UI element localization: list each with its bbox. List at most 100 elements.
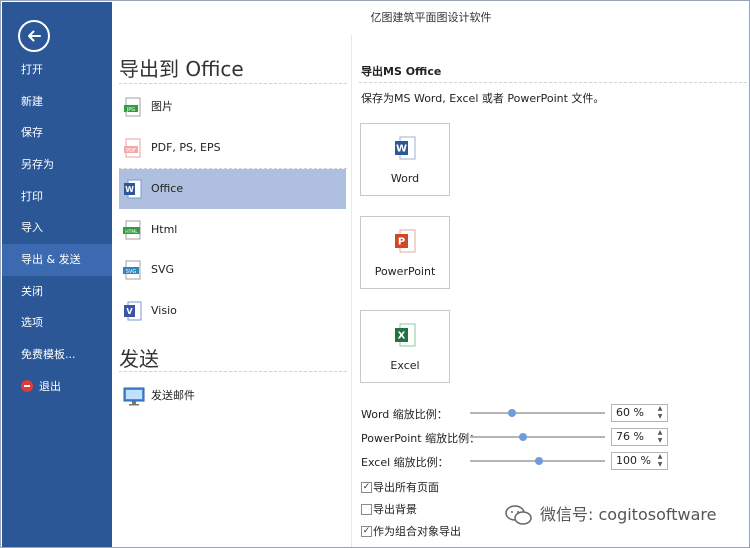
svg-text:W: W	[396, 144, 407, 155]
sidebar-item-label: 免费模板...	[21, 348, 76, 361]
back-arrow-icon[interactable]	[18, 20, 50, 52]
word-zoom-slider[interactable]	[470, 409, 605, 417]
export-item-label: SVG	[151, 263, 175, 276]
svg-text:X: X	[398, 331, 406, 342]
word-zoom-value: 60 %	[616, 406, 644, 419]
panel-title: 导出MS Office	[361, 65, 442, 78]
export-item-svg[interactable]: SVG SVG	[119, 250, 346, 290]
excel-zoom-thumb[interactable]	[534, 457, 543, 465]
powerpoint-zoom-value: 76 %	[616, 430, 644, 443]
excel-export-label: Excel	[390, 359, 420, 372]
sidebar-item-save[interactable]: 保存	[2, 117, 112, 149]
panel-divider	[351, 35, 352, 547]
export-item-html[interactable]: HTML Html	[119, 210, 346, 250]
excel-icon: X	[395, 323, 416, 347]
sidebar-item-print[interactable]: 打印	[2, 181, 112, 213]
email-monitor-icon	[123, 387, 145, 406]
divider	[119, 83, 347, 84]
powerpoint-zoom-thumb[interactable]	[518, 433, 527, 441]
sidebar-item-label: 退出	[39, 380, 61, 393]
export-item-pdf[interactable]: PDF PDF, PS, EPS	[119, 128, 346, 168]
html-file-icon: HTML	[123, 220, 141, 240]
sidebar-item-label: 关闭	[21, 285, 43, 298]
sidebar-item-open[interactable]: 打开	[2, 54, 112, 86]
export-item-image[interactable]: JPG 图片	[119, 87, 346, 127]
divider	[359, 82, 747, 83]
spin-arrows-icon[interactable]: ▲ ▼	[656, 429, 664, 445]
excel-zoom-slider[interactable]	[470, 457, 605, 465]
sidebar-item-label: 导入	[21, 221, 43, 234]
sidebar-item-options[interactable]: 选项	[2, 307, 112, 339]
sidebar-item-import[interactable]: 导入	[2, 212, 112, 244]
export-item-label: Visio	[151, 304, 177, 317]
excel-zoom-label: Excel 缩放比例：	[361, 456, 449, 469]
sidebar-item-label: 导出 & 发送	[21, 253, 81, 266]
jpg-file-icon: JPG	[124, 97, 141, 117]
sidebar-item-label: 打印	[21, 190, 43, 203]
sidebar-item-exit[interactable]: 退出	[2, 371, 112, 403]
export-item-label: PDF, PS, EPS	[151, 141, 221, 154]
powerpoint-export-label: PowerPoint	[374, 265, 436, 278]
sidebar-item-label: 选项	[21, 316, 43, 329]
sidebar-item-save-as[interactable]: 另存为	[2, 149, 112, 181]
sidebar-item-free-templates[interactable]: 免费模板...	[2, 339, 112, 371]
spin-arrows-icon[interactable]: ▲ ▼	[656, 453, 664, 469]
checkbox-label: 导出背景	[373, 503, 417, 516]
sidebar-item-label: 新建	[21, 95, 43, 108]
panel-description: 保存为MS Word, Excel 或者 PowerPoint 文件。	[361, 92, 605, 105]
excel-zoom-value: 100 %	[616, 454, 651, 467]
export-item-label: Office	[151, 182, 184, 195]
checkbox-box[interactable]: ✓	[361, 526, 372, 537]
sidebar-item-label: 保存	[21, 126, 43, 139]
export-item-label: Html	[151, 223, 178, 236]
svg-text:PDF: PDF	[126, 148, 136, 154]
visio-file-icon: V	[124, 301, 142, 321]
spin-arrows-icon[interactable]: ▲ ▼	[656, 405, 664, 421]
checkbox-label: 作为组合对象导出	[373, 525, 461, 538]
sidebar-item-label: 另存为	[21, 158, 54, 171]
svg-text:V: V	[126, 307, 133, 316]
backstage-sidebar: 打开 新建 保存 另存为 打印 导入 导出 & 发送 关闭 选项 免费模板...…	[2, 2, 112, 547]
svg-file-icon: SVG	[123, 260, 141, 280]
powerpoint-zoom-slider[interactable]	[470, 433, 605, 441]
wechat-watermark: 微信号: cogitosoftware	[504, 503, 716, 527]
word-file-icon: W	[124, 179, 142, 199]
svg-text:SVG: SVG	[126, 269, 137, 275]
checkbox-label: 导出所有页面	[373, 481, 439, 494]
exit-icon	[21, 380, 33, 392]
export-heading: 导出到 Office	[119, 57, 244, 81]
export-item-visio[interactable]: V Visio	[119, 291, 346, 331]
word-zoom-spinbox[interactable]: 60 % ▲ ▼	[611, 404, 668, 422]
checkbox-box[interactable]: ✓	[361, 482, 372, 493]
export-item-label: 图片	[151, 100, 173, 113]
excel-export-button[interactable]: X Excel	[360, 310, 450, 383]
send-heading: 发送	[119, 347, 159, 371]
word-zoom-label: Word 缩放比例：	[361, 408, 448, 421]
powerpoint-zoom-spinbox[interactable]: 76 % ▲ ▼	[611, 428, 668, 446]
powerpoint-export-button[interactable]: P PowerPoint	[360, 216, 450, 289]
word-icon: W	[395, 136, 416, 160]
word-export-label: Word	[390, 172, 420, 185]
svg-text:P: P	[398, 237, 405, 248]
sidebar-item-new[interactable]: 新建	[2, 86, 112, 118]
word-export-button[interactable]: W Word	[360, 123, 450, 196]
app-window: 打开 新建 保存 另存为 打印 导入 导出 & 发送 关闭 选项 免费模板...…	[0, 0, 750, 548]
word-zoom-thumb[interactable]	[507, 409, 516, 417]
excel-zoom-spinbox[interactable]: 100 % ▲ ▼	[611, 452, 668, 470]
divider	[119, 371, 347, 372]
powerpoint-zoom-label: PowerPoint 缩放比例：	[361, 432, 481, 445]
svg-text:W: W	[125, 185, 134, 194]
powerpoint-icon: P	[395, 229, 416, 253]
wechat-icon	[505, 505, 532, 525]
export-item-office[interactable]: W Office	[119, 169, 346, 209]
pdf-file-icon: PDF	[124, 138, 141, 158]
checkbox-box[interactable]	[361, 504, 372, 515]
send-item-email[interactable]: 发送邮件	[119, 376, 346, 416]
svg-text:JPG: JPG	[126, 107, 135, 113]
sidebar-item-export-send[interactable]: 导出 & 发送	[2, 244, 112, 276]
sidebar-item-label: 打开	[21, 63, 43, 76]
sidebar-item-close[interactable]: 关闭	[2, 276, 112, 308]
window-title: 亿图建筑平面图设计软件	[370, 11, 492, 24]
watermark-text: 微信号: cogitosoftware	[540, 505, 717, 524]
svg-text:HTML: HTML	[125, 229, 138, 235]
